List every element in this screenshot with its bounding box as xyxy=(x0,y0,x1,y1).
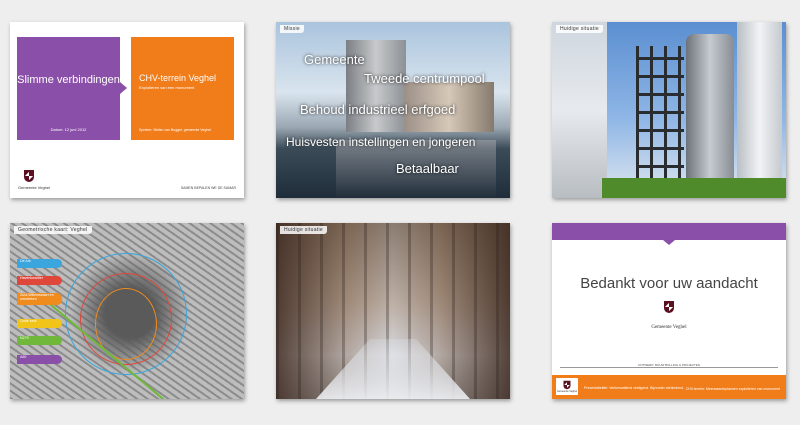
slide-thumbnail-3[interactable]: Huidige situatie xyxy=(552,22,786,198)
map-legend-label: De Ark xyxy=(17,259,62,268)
slide-thumbnail-1[interactable]: Slimme verbindingen Datum: 12 juni 2012 … xyxy=(10,22,244,198)
slide-thumbnail-2[interactable]: Missie Gemeente Tweede centrumpool Behou… xyxy=(276,22,510,198)
grass-image xyxy=(602,178,786,198)
mission-line: Betaalbaar xyxy=(396,161,459,176)
map-legend-label: Havenkwartier xyxy=(17,276,62,285)
crest-label: Gemeente Veghel xyxy=(557,390,578,393)
header-notch xyxy=(663,240,675,245)
subtitle-block: CHV-terrein Veghel Exploiteren van een m… xyxy=(131,37,234,140)
gemeente-label: Gemeente Veghel xyxy=(651,325,687,330)
mission-line: Huisvesten instellingen en jongeren xyxy=(286,135,476,149)
divider xyxy=(560,367,778,368)
thanks-title: Bedankt voor uw aandacht xyxy=(580,275,758,292)
slide-thumbnail-5[interactable]: Huidige situatie xyxy=(276,223,510,399)
slide-date: Datum: 12 juni 2012 xyxy=(50,127,87,132)
building-image xyxy=(552,22,607,198)
map-legend-label: Zuid-Willemsvaart en omstreken xyxy=(17,293,62,305)
logo-box: Gemeente Veghel xyxy=(556,378,578,395)
crest-icon xyxy=(664,301,674,313)
project-subtitle: Exploiteren van een monument xyxy=(139,85,195,90)
header-bar xyxy=(552,223,786,240)
mission-line: Behoud industrieel erfgoed xyxy=(300,102,456,117)
footer-text-left: Presentatietitel: Veelomvattend vestigen… xyxy=(584,386,685,390)
mission-line: Tweede centrumpool xyxy=(364,71,485,86)
title-block: Slimme verbindingen Datum: 12 juni 2012 xyxy=(17,37,120,140)
silo-image xyxy=(737,22,782,198)
slide-thumbnail-6[interactable]: Bedankt voor uw aandacht Gemeente Veghel… xyxy=(552,223,786,399)
project-title: CHV-terrein Veghel xyxy=(139,73,217,83)
mission-line: Gemeente xyxy=(304,52,365,67)
footer-text-right: CHV-terrein: Meerwaardeplannen exploiter… xyxy=(685,387,780,391)
slide-tag: Missie xyxy=(280,25,304,33)
slide-tag: Geometrische kaart: Veghel xyxy=(14,226,92,234)
steel-frame-image xyxy=(636,46,684,186)
map-legend-label: A50 xyxy=(17,355,62,364)
map-legend-label: N279 xyxy=(17,336,62,345)
arrow-icon xyxy=(120,82,127,94)
slide-tag: Huidige situatie xyxy=(280,226,327,234)
crest-icon xyxy=(563,380,571,390)
crest-label: Gemeente Veghel xyxy=(18,185,51,190)
map-legend-label: Oude kerk xyxy=(17,319,62,328)
speaker-text: Spreker: Stefan van Boggel, gemeente Veg… xyxy=(139,128,211,132)
silo-image xyxy=(686,34,734,196)
slide-tag: Huidige situatie xyxy=(556,25,603,33)
crest-icon xyxy=(24,170,34,182)
footer-text: SAMEN BEPALEN WE DE SAMAR xyxy=(180,186,236,190)
slide-title: Slimme verbindingen xyxy=(17,74,120,86)
slide-thumbnail-4[interactable]: Geometrische kaart: Veghel De Ark Havenk… xyxy=(10,223,244,399)
